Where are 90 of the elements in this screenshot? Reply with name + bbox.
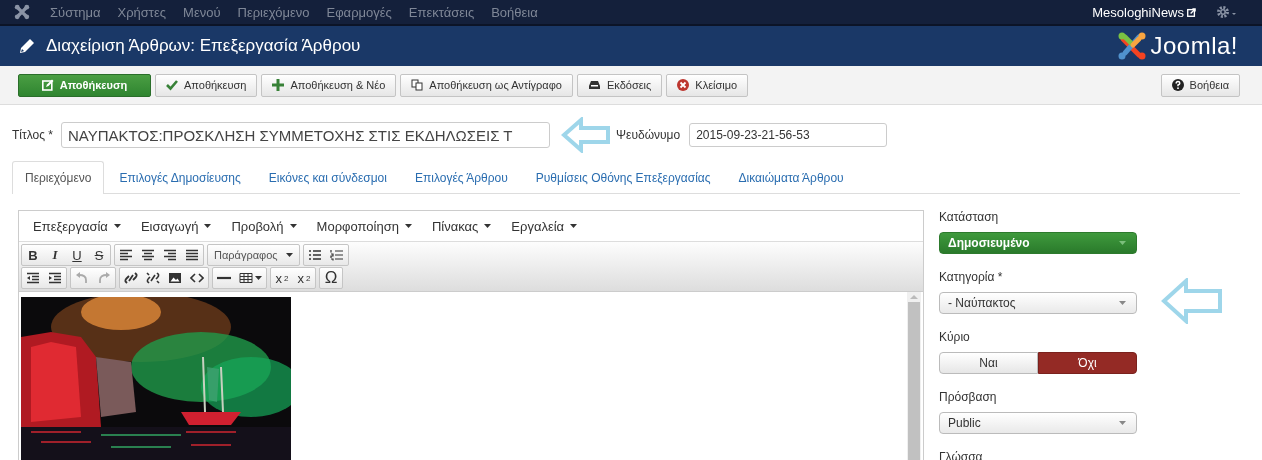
nav-menu-item[interactable]: Χρήστες xyxy=(117,4,167,20)
nav-menu-item[interactable]: Εφαρμογές xyxy=(326,4,392,20)
bullet-list-icon xyxy=(307,249,322,261)
justify-icon xyxy=(185,249,199,261)
annotation-arrow-icon xyxy=(561,117,611,153)
format-select[interactable]: Παράγραφος xyxy=(208,245,299,265)
select-field[interactable]: Public xyxy=(939,412,1137,434)
unlink-icon xyxy=(146,272,160,284)
editor-menu[interactable]: Εισαγωγή xyxy=(130,218,222,234)
editor-menu[interactable]: Μορφοποίηση xyxy=(306,218,422,234)
nav-menu-item[interactable]: Βοήθεια xyxy=(491,4,538,20)
format-button[interactable]: x$^{2}$ xyxy=(293,268,315,288)
numbered-list-icon xyxy=(329,249,344,261)
caret-icon xyxy=(255,276,262,280)
title-field[interactable]: ΝΑΥΠΑΚΤΟΣ:ΠΡΟΣΚΛΗΣΗ ΣΥΜΜΕΤΟΧΗΣ ΣΤΙΣ ΕΚΔΗΛΩΣΕΙΣ Τ xyxy=(61,122,550,148)
field-label: Κύριο xyxy=(939,330,971,344)
annotation-arrow-icon xyxy=(1161,278,1223,324)
caret-icon xyxy=(1119,241,1126,245)
link-icon xyxy=(124,272,138,284)
editor-menu[interactable]: Προβολή xyxy=(221,218,307,234)
toolbar-button[interactable]: Αποθήκευση & Νέο xyxy=(261,73,397,97)
field-label: Κατάσταση xyxy=(939,210,1000,224)
indent-icon xyxy=(48,272,62,284)
help-icon xyxy=(1171,79,1184,91)
editor-menu[interactable]: Εργαλεία xyxy=(501,218,588,234)
align-left-icon xyxy=(119,249,133,261)
outdent-icon xyxy=(26,272,40,284)
pencil-icon xyxy=(18,37,36,55)
tray-icon xyxy=(587,79,601,91)
caret-icon xyxy=(285,253,293,257)
code-icon xyxy=(190,272,204,284)
tab[interactable]: Εικόνες και σύνδεσμοι xyxy=(255,161,400,194)
toolbar-button[interactable]: Εκδόσεις xyxy=(576,73,663,97)
format-button[interactable]: B xyxy=(22,245,44,265)
editor-menu[interactable]: Πίνακας xyxy=(421,218,502,234)
field-label: Πρόσβαση xyxy=(939,390,998,404)
alias-label: Ψευδώνυμο xyxy=(616,128,681,142)
toolbar-button[interactable]: Αποθήκευση ως Αντίγραφο xyxy=(400,73,573,97)
toolbar-button[interactable]: Αποθήκευση xyxy=(155,73,258,97)
alias-field[interactable]: 2015-09-23-21-56-53 xyxy=(689,123,888,147)
joomla-icon[interactable] xyxy=(14,4,30,20)
check-icon xyxy=(166,79,178,91)
settings-icon[interactable] xyxy=(1216,5,1238,19)
tab[interactable]: Ρυθμίσεις Οθόνης Επεξεργασίας xyxy=(522,161,724,194)
toolbar-button[interactable]: Κλείσιμο xyxy=(666,73,749,97)
caret-icon xyxy=(289,224,297,228)
toggle-option[interactable]: Όχι xyxy=(1038,352,1137,374)
format-button[interactable]: U xyxy=(66,245,88,265)
format-button[interactable]: I xyxy=(44,245,66,265)
align-center-icon xyxy=(141,249,155,261)
tab[interactable]: Επιλογές Δημοσίευσης xyxy=(106,161,254,194)
caret-icon xyxy=(1119,301,1126,305)
plus-icon xyxy=(272,79,285,91)
site-link[interactable]: MesologhiNews xyxy=(1092,4,1184,20)
title-label: Τίτλος * xyxy=(12,128,53,142)
undo-icon xyxy=(75,272,89,284)
joomla-logo-icon xyxy=(1117,31,1148,61)
edit-icon xyxy=(41,79,54,91)
scrollbar[interactable] xyxy=(907,292,921,460)
nav-menu-item[interactable]: Μενού xyxy=(183,4,221,20)
toggle-option[interactable]: Ναι xyxy=(939,352,1038,374)
brand-name: Joomla! xyxy=(1150,32,1238,60)
tab[interactable]: Επιλογές Άρθρου xyxy=(401,161,521,194)
external-link-icon xyxy=(1187,7,1196,17)
caret-icon xyxy=(404,224,412,228)
nav-menu-item[interactable]: Σύστημα xyxy=(50,4,101,20)
caret-icon xyxy=(113,224,121,228)
select-field[interactable]: Δημοσιευμένο xyxy=(939,232,1137,254)
tab[interactable]: Περιεχόμενο xyxy=(12,161,105,194)
nav-menu-item[interactable]: Περιεχόμενο xyxy=(237,4,310,20)
caret-icon xyxy=(484,224,492,228)
redo-icon xyxy=(97,272,111,284)
toolbar-button[interactable]: Αποθήκευση xyxy=(18,73,151,97)
align-right-icon xyxy=(163,249,177,261)
caret-icon xyxy=(570,224,578,228)
editor-menu[interactable]: Επεξεργασία xyxy=(23,218,131,234)
field-label: Κατηγορία * xyxy=(939,270,1004,284)
select-field[interactable]: - Ναύπακτος xyxy=(939,292,1137,314)
format-button[interactable]: S xyxy=(88,245,110,265)
caret-icon xyxy=(204,224,212,228)
copy-icon xyxy=(411,79,424,91)
close-icon xyxy=(677,79,690,91)
page-title: Διαχείριση Άρθρων: Επεξεργασία Άρθρου xyxy=(46,36,361,56)
nav-menu-item[interactable]: Επεκτάσεις xyxy=(408,4,475,20)
caret-icon xyxy=(1119,421,1126,425)
tab[interactable]: Δικαιώματα Άρθρου xyxy=(725,161,857,194)
table-icon xyxy=(239,272,253,284)
image-icon xyxy=(168,272,182,284)
format-button[interactable]: Ω xyxy=(320,268,342,288)
help-button[interactable]: Βοήθεια xyxy=(1160,73,1240,97)
